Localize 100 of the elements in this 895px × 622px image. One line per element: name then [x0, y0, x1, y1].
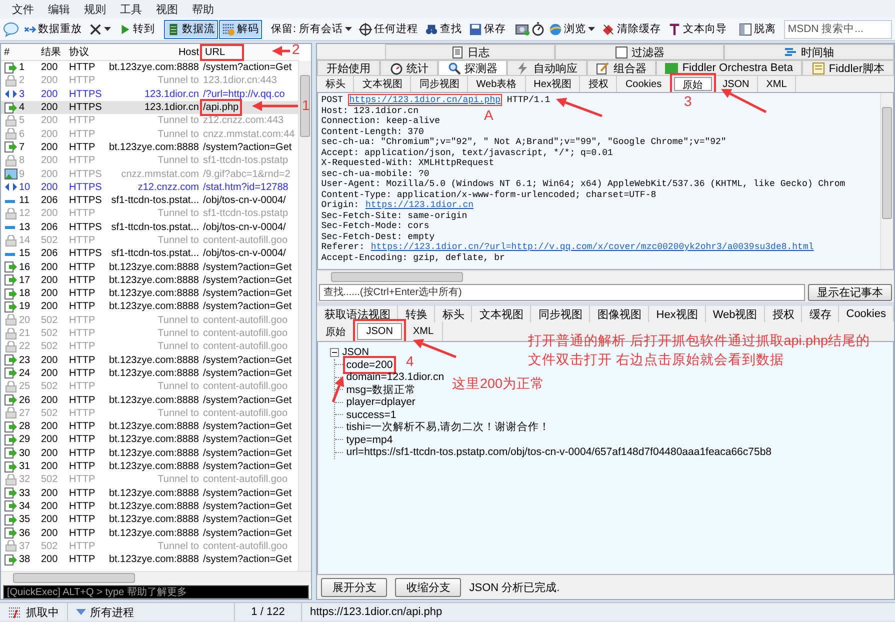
document-arrow-icon: [4, 288, 18, 300]
tree-button[interactable]: 展开分支: [321, 578, 388, 596]
tab[interactable]: 开始使用: [317, 60, 380, 75]
dropdown-button[interactable]: 浏览: [546, 20, 598, 38]
session-number: 13: [19, 222, 30, 233]
tab[interactable]: Fiddler Orchestra Beta: [656, 60, 802, 75]
session-row[interactable]: 7 200 HTTP bt.123zye.com:8888 /system?action=Get: [1, 140, 298, 154]
tab[interactable]: 组合器: [586, 60, 656, 75]
menu-item[interactable]: 帮助: [186, 2, 220, 16]
column-header[interactable]: 结果: [41, 45, 69, 59]
session-row[interactable]: 17 200 HTTP bt.123zye.com:8888 /system?action=Get: [1, 274, 298, 288]
session-row[interactable]: 15 206 HTTPS sf1-ttcdn-tos.pstat... /obj/tos-cn-v-0004/: [1, 247, 298, 260]
toolbar-button[interactable]: 清除缓存: [598, 20, 664, 38]
session-row[interactable]: 13 206 HTTPS sf1-ttcdn-tos.pstat... /obj/tos-cn-v-0004/: [1, 220, 298, 234]
notepad-button[interactable]: 显示在记事本: [808, 284, 892, 301]
toggle-button[interactable]: 解码: [219, 20, 262, 38]
session-row[interactable]: 18 200 HTTP bt.123zye.com:8888 /system?action=Get: [1, 287, 298, 300]
find-field[interactable]: 查找......(按Ctrl+Enter选中所有): [319, 284, 805, 301]
menu-item[interactable]: 编辑: [42, 2, 76, 16]
tab[interactable]: 自动响应: [507, 60, 587, 75]
scrollbar[interactable]: [880, 93, 893, 269]
host-cell-text: bt.123zye.com:8888: [108, 488, 200, 499]
link[interactable]: https://123.1dior.cn/api.php: [348, 94, 502, 106]
header-line: Accept-Encoding: gzip, deflate, br: [321, 252, 505, 263]
scrollbar[interactable]: [1, 571, 312, 584]
tree-button[interactable]: 收缩分支: [395, 578, 462, 596]
process-filter[interactable]: 所有进程: [68, 603, 235, 621]
session-number: 3: [19, 88, 25, 100]
session-row[interactable]: 26 200 HTTP bt.123zye.com:8888 /system?action=Get: [1, 393, 298, 407]
link[interactable]: https://123.1dior.cn/?url=http://v.qq.com/x/cover/mzc00200yk2ohr3/a0039su3de8.html: [370, 241, 815, 253]
session-row[interactable]: 1 200 HTTP bt.123zye.com:8888 /system?action=Get: [1, 61, 298, 74]
tab[interactable]: 探测器: [438, 60, 508, 75]
session-row[interactable]: 36 200 HTTP bt.123zye.com:8888 /system?action=Get: [1, 526, 298, 540]
status-text: JSON 分析已完成.: [469, 580, 560, 594]
toolbar-button[interactable]: 数据重放: [20, 20, 85, 38]
toolbar-button[interactable]: 查找: [422, 20, 465, 38]
session-row[interactable]: 28 200 HTTP bt.123zye.com:8888 /system?action=Get: [1, 420, 298, 434]
scrollbar[interactable]: [317, 270, 894, 283]
session-row[interactable]: 10 200 HTTPS z12.cnzz.com /stat.htm?id=12788: [1, 180, 298, 194]
tab[interactable]: Fiddler脚本: [802, 60, 894, 75]
session-row[interactable]: 33 200 HTTP bt.123zye.com:8888 /system?action=Get: [1, 486, 298, 500]
tab[interactable]: 统计: [380, 60, 438, 75]
host-cell-text: Tunnel to: [156, 408, 200, 419]
logo-icon: [665, 62, 678, 74]
menu-item[interactable]: 规则: [78, 2, 112, 16]
protocol-cell-text: HTTP: [69, 328, 96, 340]
session-number: 37: [19, 540, 30, 552]
session-row[interactable]: 4 200 HTTPS 123.1dior.cn /api.php: [1, 100, 298, 114]
protocol-cell-text: HTTP: [69, 434, 96, 446]
session-row[interactable]: 29 200 HTTP bt.123zye.com:8888 /system?action=Get: [1, 433, 298, 447]
speech-bubble-icon[interactable]: [3, 22, 19, 36]
scrollbar[interactable]: [298, 61, 312, 571]
tree-node[interactable]: tishi=一次解析不易,请勿二次！谢谢合作！: [346, 420, 550, 434]
protocol-cell-text: HTTP: [69, 301, 96, 312]
lock-icon: [4, 474, 18, 486]
session-row[interactable]: 24 200 HTTP bt.123zye.com:8888 /system?action=Get: [1, 366, 298, 380]
column-header[interactable]: 协议: [69, 45, 105, 59]
column-header[interactable]: URL: [203, 46, 241, 58]
tree-node[interactable]: url=https://sf1-ttcdn-tos.pstatp.com/obj/tos-cn-v-0004/657af148d7f04480aaa1feaca66c75b8: [346, 446, 772, 458]
tree-node[interactable]: type=mp4: [346, 434, 393, 446]
menu-item[interactable]: 文件: [6, 2, 40, 16]
session-row[interactable]: 11 206 HTTPS sf1-ttcdn-tos.pstat... /obj/tos-cn-v-0004/: [1, 194, 298, 208]
session-row[interactable]: 31 200 HTTP bt.123zye.com:8888 /system?action=Get: [1, 460, 298, 474]
search-field[interactable]: MSDN 搜索中...: [784, 20, 892, 38]
tree-node[interactable]: msg=数据正常: [346, 382, 416, 397]
camera-icon[interactable]: [514, 22, 530, 36]
collapse-icon[interactable]: [330, 348, 340, 357]
toolbar-button[interactable]: 文本向导: [664, 20, 730, 38]
link[interactable]: https://123.1dior.cn: [364, 199, 475, 211]
menu-item[interactable]: 工具: [114, 2, 148, 16]
toolbar-button[interactable]: 脱离: [736, 20, 779, 38]
tree-node[interactable]: player=dplayer: [346, 396, 416, 408]
tab[interactable]: 过滤器: [554, 44, 724, 59]
tree-node[interactable]: success=1: [346, 408, 396, 421]
stopwatch-icon[interactable]: [530, 22, 545, 36]
column-header[interactable]: Host: [105, 46, 203, 58]
session-row[interactable]: 16 200 HTTP bt.123zye.com:8888 /system?action=Get: [1, 260, 298, 274]
toggle-button[interactable]: 数据流: [164, 20, 218, 38]
result-cell-text: 200: [41, 75, 59, 86]
tree-node[interactable]: domain=123.1dior.cn: [346, 371, 444, 384]
tree-node[interactable]: JSON: [342, 346, 369, 358]
result-cell-text: 200: [41, 500, 59, 512]
tab[interactable]: 时间轴: [724, 44, 894, 59]
dropdown-button[interactable]: 保留: 所有会话: [268, 20, 355, 38]
toolbar-button[interactable]: 转到: [115, 20, 158, 38]
session-row[interactable]: 19 200 HTTP bt.123zye.com:8888 /system?action=Get: [1, 300, 298, 314]
toolbar-button[interactable]: 任何进程: [356, 20, 421, 38]
session-number: 32: [19, 474, 30, 486]
menu-item[interactable]: 视图: [150, 2, 184, 16]
column-header[interactable]: #: [1, 46, 41, 58]
session-row[interactable]: 38 200 HTTP bt.123zye.com:8888 /system?action=Get: [1, 552, 298, 566]
tree-node[interactable]: code=200: [346, 358, 393, 371]
tab[interactable]: 日志: [385, 44, 555, 59]
session-row[interactable]: 30 200 HTTP bt.123zye.com:8888 /system?action=Get: [1, 446, 298, 460]
session-row[interactable]: 23 200 HTTP bt.123zye.com:8888 /system?action=Get: [1, 354, 298, 367]
session-row[interactable]: 35 200 HTTP bt.123zye.com:8888 /system?action=Get: [1, 513, 298, 526]
session-row[interactable]: 3 200 HTTPS 123.1dior.cn /?url=http://v.qq.co: [1, 88, 298, 101]
capture-status[interactable]: 抓取中: [0, 603, 68, 621]
session-row[interactable]: 34 200 HTTP bt.123zye.com:8888 /system?action=Get: [1, 500, 298, 514]
toolbar-button[interactable]: 保存: [466, 20, 509, 38]
